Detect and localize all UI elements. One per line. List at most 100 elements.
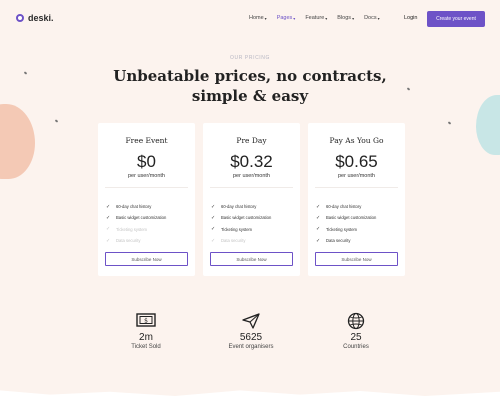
plan-unit: per user/month	[128, 173, 165, 179]
feature-item: ✓ Data security	[316, 235, 376, 246]
subscribe-button[interactable]: Subscribe Now	[105, 252, 188, 266]
nav-label: Docs	[364, 15, 377, 21]
decorative-speck	[23, 71, 28, 75]
decorative-speck	[447, 121, 452, 125]
nav-label: Blogs	[337, 15, 352, 21]
title-line-1: Unbeatable prices, no contracts,	[113, 67, 387, 85]
chevron-down-icon: ▾	[352, 15, 355, 21]
login-link[interactable]: Login	[404, 15, 417, 21]
plan-price: $0	[137, 152, 156, 171]
decorative-speck	[54, 119, 59, 123]
pricing-card-free-event: Free Event $0 per user/month ✓ 60-day cha…	[98, 123, 195, 276]
nav-item-blogs[interactable]: Blogs ▾	[337, 15, 354, 21]
feature-label: 60-day chat history	[221, 204, 257, 210]
stat-value: 2m	[139, 332, 153, 343]
logo-icon	[16, 14, 24, 22]
feature-label: Ticketing system	[221, 226, 253, 232]
logo[interactable]: deski.	[16, 13, 54, 23]
feature-label: Basic widget customization	[116, 215, 167, 221]
paper-plane-icon	[201, 312, 301, 330]
check-icon: ✓	[106, 237, 111, 244]
check-icon: ✓	[106, 203, 111, 210]
ticket-icon: $	[96, 312, 196, 330]
plan-price: $0.65	[335, 152, 378, 171]
stat-label: Ticket Sold	[131, 344, 161, 350]
feature-label: Data security	[116, 238, 141, 244]
title-line-2: simple & easy	[191, 87, 309, 105]
check-icon: ✓	[316, 237, 321, 244]
stat-value: 5625	[239, 332, 263, 343]
decorative-torn-edge	[0, 390, 500, 410]
nav-item-home[interactable]: Home ▾	[249, 15, 267, 21]
check-icon: ✓	[211, 203, 216, 210]
feature-list: ✓ 60-day chat history ✓ Basic widget custo…	[106, 201, 166, 246]
feature-item: ✓ Ticketing system	[106, 224, 166, 235]
check-icon: ✓	[106, 214, 111, 221]
feature-label: Data security	[326, 238, 351, 244]
feature-item: ✓ Data security	[106, 235, 166, 246]
nav-item-feature[interactable]: Feature ▾	[305, 15, 327, 21]
check-icon: ✓	[211, 214, 216, 221]
logo-text: deski.	[28, 13, 54, 23]
nav-item-docs[interactable]: Docs ▾	[364, 15, 380, 21]
feature-item: ✓ 60-day chat history	[211, 201, 271, 212]
feature-label: Data security	[221, 238, 246, 244]
check-icon: ✓	[316, 203, 321, 210]
divider	[210, 187, 293, 188]
feature-item: ✓ Basic widget customization	[316, 212, 376, 223]
plan-name: Pre Day	[236, 136, 267, 145]
plan-name: Pay As You Go	[329, 136, 384, 145]
feature-item: ✓ 60-day chat history	[316, 201, 376, 212]
decorative-blob-left	[0, 104, 35, 179]
stat-label: Countries	[343, 344, 369, 350]
feature-item: ✓ 60-day chat history	[106, 201, 166, 212]
plan-unit: per user/month	[233, 173, 270, 179]
nav-item-pages[interactable]: Pages ▾	[277, 15, 296, 21]
chevron-down-icon: ▾	[293, 15, 296, 21]
subscribe-button[interactable]: Subscribe Now	[210, 252, 293, 266]
feature-label: Basic widget customization	[326, 215, 377, 221]
stat-value: 25	[350, 332, 362, 343]
plan-unit: per user/month	[338, 173, 375, 179]
create-event-button[interactable]: Create your event	[427, 11, 485, 27]
main-nav: Home ▾ Pages ▾ Feature ▾ Blogs ▾ Docs ▾	[249, 15, 380, 21]
chevron-down-icon: ▾	[264, 15, 267, 21]
check-icon: ✓	[106, 226, 111, 233]
svg-text:$: $	[144, 318, 148, 325]
feature-label: Ticketing system	[326, 226, 358, 232]
page-title: Unbeatable prices, no contracts, simple …	[100, 66, 400, 106]
globe-icon	[306, 312, 406, 330]
nav-label: Feature	[305, 15, 325, 21]
feature-label: Ticketing system	[116, 226, 148, 232]
site-header: deski. Home ▾ Pages ▾ Feature ▾ Blogs ▾ Docs…	[0, 0, 500, 38]
feature-item: ✓ Ticketing system	[316, 224, 376, 235]
plan-price: $0.32	[230, 152, 273, 171]
feature-item: ✓ Ticketing system	[211, 224, 271, 235]
chevron-down-icon: ▾	[377, 15, 380, 21]
pricing-card-pre-day: Pre Day $0.32 per user/month ✓ 60-day cha…	[203, 123, 300, 276]
feature-item: ✓ Data security	[211, 235, 271, 246]
feature-item: ✓ Basic widget customization	[106, 212, 166, 223]
check-icon: ✓	[316, 226, 321, 233]
nav-label: Pages	[276, 15, 293, 21]
subscribe-button[interactable]: Subscribe Now	[315, 252, 398, 266]
stat-countries: 25 Countries	[306, 312, 406, 350]
nav-label: Home	[249, 15, 264, 21]
check-icon: ✓	[316, 214, 321, 221]
chevron-down-icon: ▾	[325, 15, 328, 21]
feature-list: ✓ 60-day chat history ✓ Basic widget custo…	[316, 201, 376, 246]
check-icon: ✓	[211, 237, 216, 244]
divider	[315, 187, 398, 188]
feature-list: ✓ 60-day chat history ✓ Basic widget custo…	[211, 201, 271, 246]
divider	[105, 187, 188, 188]
check-icon: ✓	[211, 226, 216, 233]
feature-item: ✓ Basic widget customization	[211, 212, 271, 223]
stat-tickets: $ 2m Ticket Sold	[96, 312, 196, 350]
decorative-speck	[406, 87, 411, 91]
plan-name: Free Event	[125, 136, 168, 145]
feature-label: 60-day chat history	[116, 204, 152, 210]
feature-label: Basic widget customization	[221, 215, 272, 221]
section-eyebrow: OUR PRICING	[230, 55, 270, 61]
pricing-card-pay-as-you-go: Pay As You Go $0.65 per user/month ✓ 60-d…	[308, 123, 405, 276]
stat-label: Event organisers	[228, 344, 274, 350]
